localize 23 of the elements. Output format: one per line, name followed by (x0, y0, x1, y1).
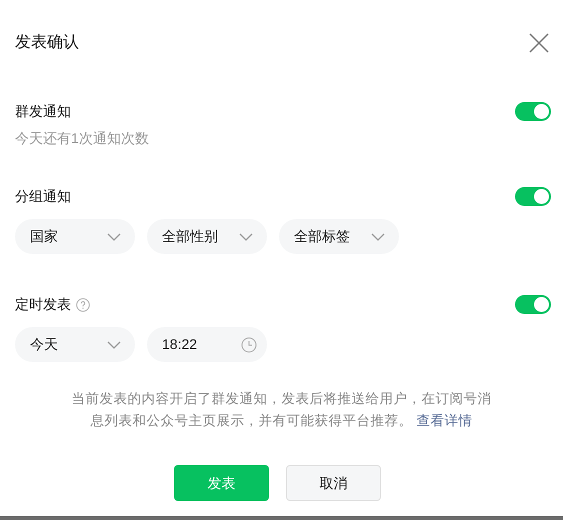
chevron-down-icon (107, 340, 121, 348)
close-icon[interactable] (527, 31, 551, 55)
dropdown-select[interactable]: 全部标签 (279, 219, 399, 254)
help-icon[interactable] (76, 298, 90, 312)
dropdown-select[interactable]: 今天 (15, 327, 135, 362)
toggle-switch[interactable] (515, 295, 551, 314)
section-label: 群发通知 (15, 102, 71, 121)
notice-text: 当前发表的内容开启了群发通知，发表后将推送给用户，在订阅号消息列表和公众号主页展示，并有可能获得平台推荐。 查看详情 (70, 390, 492, 430)
chevron-down-icon (107, 232, 121, 240)
details-link[interactable]: 查看详情 (416, 413, 472, 428)
section-label: 分组通知 (15, 187, 71, 206)
notice-count-text: 今天还有1次通知次数 (15, 129, 150, 148)
chevron-down-icon (371, 232, 385, 240)
time-field[interactable]: 18:22 (147, 327, 267, 362)
dropdown-select[interactable]: 全部性别 (147, 219, 267, 254)
dropdown-select[interactable]: 国家 (15, 219, 135, 254)
section-label: 定时发表 (15, 295, 71, 314)
chevron-down-icon (239, 232, 253, 240)
dialog-title: 发表确认 (15, 32, 79, 53)
cancel-button[interactable]: 取消 (286, 465, 381, 501)
toggle-switch[interactable] (515, 187, 551, 206)
toggle-switch[interactable] (515, 102, 551, 121)
clock-icon (241, 336, 257, 352)
